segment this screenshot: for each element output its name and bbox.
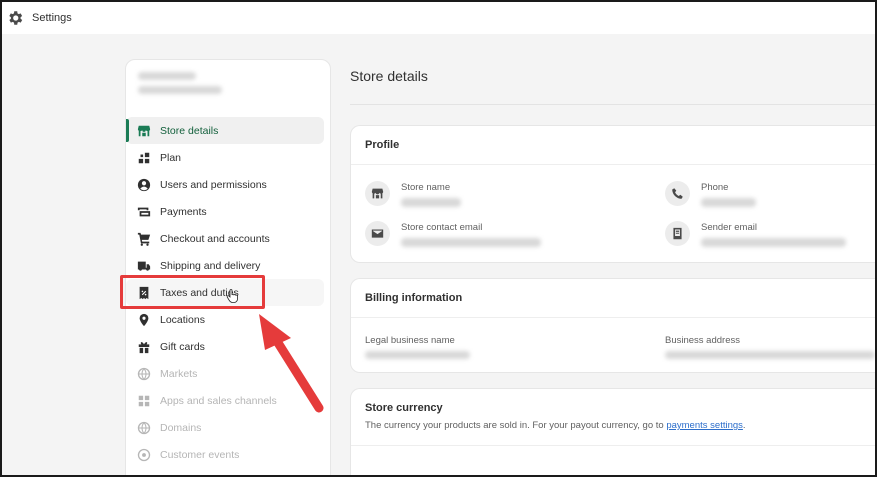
profile-heading: Profile: [351, 126, 875, 165]
sidebar-item-customer-events[interactable]: Customer events: [126, 441, 330, 468]
sender-email-field[interactable]: Sender email: [665, 221, 846, 247]
store-url-redacted: [138, 86, 222, 94]
phone-icon-badge: [665, 181, 690, 206]
sidebar-item-label: Payments: [160, 205, 207, 218]
contact-email-field[interactable]: Store contact email: [365, 221, 541, 247]
events-icon: [137, 448, 151, 461]
divider: [351, 445, 875, 446]
sidebar-item-label: Customer events: [160, 448, 240, 461]
phone-value-redacted: [701, 198, 756, 207]
sidebar-item-label: Users and permissions: [160, 178, 267, 191]
email-icon-badge: [365, 221, 390, 246]
sidebar-item-label: Shipping and delivery: [160, 259, 261, 272]
billing-card: Billing information Legal business name …: [350, 278, 875, 373]
sidebar-item-checkout[interactable]: Checkout and accounts: [126, 225, 330, 252]
store-name-redacted: [138, 72, 196, 80]
store-identity: [138, 72, 222, 94]
store-name-label: Store name: [401, 182, 451, 193]
sidebar-item-label: Locations: [160, 313, 205, 326]
sidebar-item-label: Store details: [160, 124, 219, 137]
sidebar-item-users[interactable]: Users and permissions: [126, 171, 330, 198]
sidebar-item-label: Gift cards: [160, 340, 205, 353]
gear-icon: [9, 11, 23, 25]
sidebar-item-label: Domains: [160, 421, 202, 434]
inbox-icon: [673, 227, 682, 240]
phone-icon: [672, 188, 683, 199]
sidebar-item-domains[interactable]: Domains: [126, 414, 330, 441]
business-address-label: Business address: [665, 335, 740, 346]
plan-icon: [138, 152, 150, 163]
truck-icon: [137, 261, 151, 271]
legal-name-label: Legal business name: [365, 335, 455, 346]
legal-name-value-redacted: [365, 351, 470, 359]
location-icon: [139, 313, 149, 326]
hand-cursor-icon: [226, 289, 238, 303]
title-bar: Settings: [2, 2, 875, 34]
apps-icon: [138, 395, 150, 406]
phone-field[interactable]: Phone: [665, 181, 756, 207]
app-window: Settings Store details Plan Users and pe…: [0, 0, 877, 477]
sidebar-item-store-details[interactable]: Store details: [126, 117, 324, 144]
store-name-field[interactable]: Store name: [365, 181, 461, 207]
email-icon: [371, 229, 384, 238]
contact-email-label: Store contact email: [401, 222, 483, 233]
sidebar-item-payments[interactable]: Payments: [126, 198, 330, 225]
cart-icon: [137, 232, 151, 246]
annotation-arrow-icon: [259, 314, 324, 413]
annotation-highlight-box: [120, 275, 265, 309]
store-name-value-redacted: [401, 198, 461, 207]
sender-email-label: Sender email: [701, 222, 757, 233]
currency-card: Store currency The currency your product…: [350, 388, 875, 475]
currency-description: The currency your products are sold in. …: [351, 420, 875, 431]
currency-description-suffix: .: [742, 420, 746, 431]
store-icon: [137, 125, 151, 136]
divider: [350, 104, 875, 105]
sender-email-value-redacted: [701, 238, 846, 247]
window-title: Settings: [32, 12, 72, 24]
store-icon-badge: [365, 181, 390, 206]
sender-email-icon-badge: [665, 221, 690, 246]
payments-icon: [137, 207, 151, 216]
sidebar-item-plan[interactable]: Plan: [126, 144, 330, 171]
currency-description-text: The currency your products are sold in. …: [365, 420, 667, 431]
sidebar-item-label: Plan: [160, 151, 182, 164]
globe-icon: [137, 367, 151, 380]
globe-icon: [137, 421, 151, 434]
sidebar-item-label: Checkout and accounts: [160, 232, 270, 245]
contact-email-value-redacted: [401, 238, 541, 247]
store-icon: [371, 188, 384, 199]
business-address-value-redacted: [665, 351, 875, 359]
page-title: Store details: [350, 68, 428, 84]
user-icon: [137, 178, 151, 191]
currency-heading: Store currency: [365, 402, 443, 414]
sidebar-item-label: Markets: [160, 367, 198, 380]
gift-icon: [138, 341, 150, 353]
phone-label: Phone: [701, 182, 729, 193]
profile-card: Profile Store name Phone Store contact e…: [350, 125, 875, 263]
payments-settings-link[interactable]: payments settings: [666, 420, 743, 431]
billing-heading: Billing information: [351, 279, 875, 318]
